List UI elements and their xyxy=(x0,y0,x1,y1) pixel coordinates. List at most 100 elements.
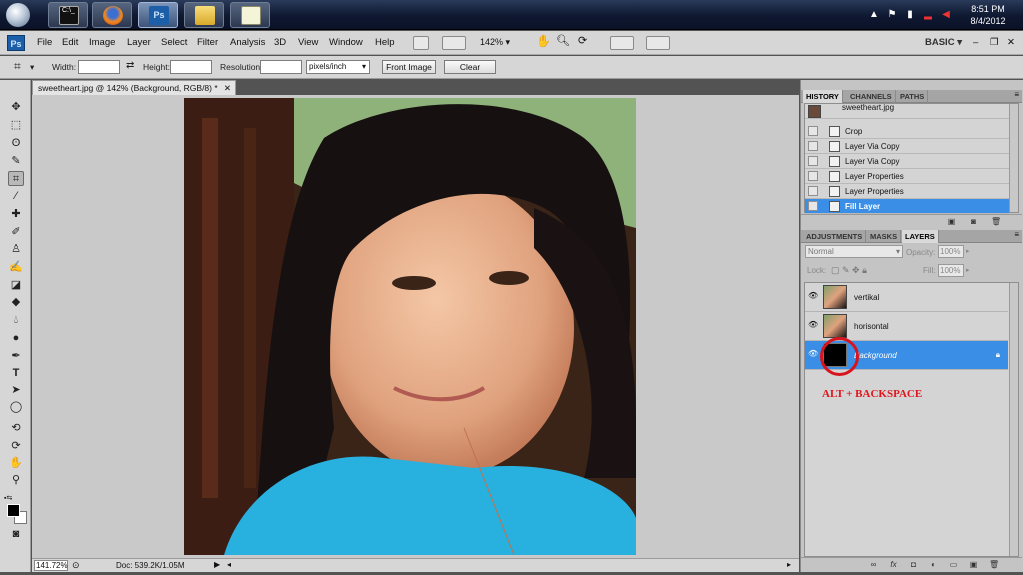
foreground-color-swatch[interactable] xyxy=(7,504,20,517)
paint-bucket-tool-icon[interactable]: ◆ xyxy=(8,295,24,310)
action-center-flag-icon[interactable]: ⚑ xyxy=(887,9,897,20)
tab-masks[interactable]: MASKS xyxy=(867,230,902,243)
document-tab[interactable]: sweetheart.jpg @ 142% (Background, RGB/8… xyxy=(32,80,236,95)
battery-icon[interactable]: ▮ xyxy=(905,9,915,20)
history-source-checkbox[interactable] xyxy=(808,186,818,196)
taskbar-explorer-button[interactable] xyxy=(184,2,224,28)
history-snapshot[interactable]: sweetheart.jpg xyxy=(805,103,1009,119)
history-source-checkbox[interactable] xyxy=(808,141,818,151)
width-input[interactable] xyxy=(78,60,120,74)
menu-analysis[interactable]: Analysis xyxy=(230,37,265,48)
history-source-checkbox[interactable] xyxy=(808,126,818,136)
opacity-slider-arrow-icon[interactable]: ▸ xyxy=(966,247,970,255)
history-brush-tool-icon[interactable]: ✍ xyxy=(8,260,24,275)
height-input[interactable] xyxy=(170,60,212,74)
tab-history[interactable]: HISTORY xyxy=(803,90,843,103)
zoom-tool-icon[interactable]: ⚲ xyxy=(8,473,24,488)
show-hidden-icons-icon[interactable]: ▲ xyxy=(869,9,879,20)
visibility-eye-icon[interactable]: 👁︎ xyxy=(808,292,818,300)
hand-tool-icon[interactable]: ✋ xyxy=(8,456,24,471)
quick-mask-icon[interactable]: ◙ xyxy=(8,527,24,542)
scroll-left-icon[interactable]: ◂ xyxy=(227,560,231,569)
photo-canvas[interactable] xyxy=(184,98,636,555)
3d-rotate-tool-icon[interactable]: ⟲ xyxy=(8,421,24,436)
shape-tool-icon[interactable]: ◯ xyxy=(8,400,24,415)
history-source-checkbox[interactable] xyxy=(808,201,818,211)
network-icon[interactable]: ▂ xyxy=(923,9,933,20)
crop-tool-preset-icon[interactable]: ⌗ xyxy=(14,59,21,74)
fill-field[interactable]: 100% xyxy=(938,264,964,277)
opacity-field[interactable]: 100% xyxy=(938,245,964,258)
menu-image[interactable]: Image xyxy=(89,37,115,48)
tab-layers[interactable]: LAYERS xyxy=(902,230,939,243)
pen-tool-icon[interactable]: ✒ xyxy=(8,349,24,364)
marquee-tool-icon[interactable]: ⬚ xyxy=(8,118,24,133)
new-snapshot-icon[interactable]: ◙ xyxy=(969,217,978,226)
front-image-button[interactable]: Front Image xyxy=(382,60,436,74)
taskbar-photoshop-button[interactable]: Ps xyxy=(138,2,178,28)
lock-icons[interactable]: ▢ ✎ ✥ 🔒︎ xyxy=(831,265,867,276)
volume-muted-icon[interactable]: ◀ xyxy=(941,9,951,20)
lasso-tool-icon[interactable]: ʘ xyxy=(8,136,24,151)
rotate-view-icon[interactable]: ⟳ xyxy=(578,34,587,47)
history-item-selected[interactable]: Fill Layer xyxy=(805,199,1009,214)
scroll-right-icon[interactable]: ▸ xyxy=(787,560,791,569)
fill-slider-arrow-icon[interactable]: ▸ xyxy=(966,266,970,274)
menu-view[interactable]: View xyxy=(298,37,318,48)
adjustment-layer-icon[interactable]: ◐ xyxy=(929,560,938,569)
delete-layer-icon[interactable]: 🗑︎ xyxy=(989,560,999,569)
tab-paths[interactable]: PATHS xyxy=(897,90,929,103)
screen-mode-button[interactable] xyxy=(646,36,670,50)
menu-window[interactable]: Window xyxy=(329,37,363,48)
eyedropper-tool-icon[interactable]: ⁄ xyxy=(8,189,24,204)
add-mask-icon[interactable]: ◘ xyxy=(909,560,918,569)
layers-scrollbar[interactable] xyxy=(1009,283,1018,556)
history-source-checkbox[interactable] xyxy=(808,171,818,181)
new-group-icon[interactable]: ▭ xyxy=(949,560,958,569)
new-document-from-state-icon[interactable]: ▣ xyxy=(947,217,956,226)
zoom-tool-icon[interactable]: 🔍︎ xyxy=(556,34,570,47)
blur-tool-icon[interactable]: 💧︎ xyxy=(8,313,24,328)
arrange-documents-button[interactable] xyxy=(610,36,634,50)
menu-select[interactable]: Select xyxy=(161,37,187,48)
taskbar-firefox-button[interactable] xyxy=(92,2,132,28)
close-icon[interactable]: ✕ xyxy=(1007,37,1015,48)
canvas-area[interactable] xyxy=(32,95,799,558)
menu-help[interactable]: Help xyxy=(375,37,395,48)
clock[interactable]: 8:51 PM 8/4/2012 xyxy=(963,3,1013,27)
menu-3d[interactable]: 3D xyxy=(274,37,286,48)
history-item[interactable]: Layer Via Copy xyxy=(805,154,1009,169)
swap-dimensions-icon[interactable]: ⇄ xyxy=(126,60,134,71)
zoom-status-icon[interactable]: ⊙ xyxy=(72,560,80,571)
type-tool-icon[interactable]: T xyxy=(8,366,24,381)
panel-menu-icon[interactable]: ≡ xyxy=(1014,90,1019,99)
3d-orbit-tool-icon[interactable]: ⟳ xyxy=(8,439,24,454)
crop-tool-icon[interactable]: ⌗ xyxy=(8,171,24,186)
blend-mode-select[interactable]: Normal ▾ xyxy=(805,245,903,258)
zoom-status-field[interactable]: 141.72% xyxy=(34,560,68,571)
dodge-tool-icon[interactable]: ● xyxy=(8,331,24,346)
visibility-eye-icon[interactable]: 👁︎ xyxy=(808,350,818,358)
status-menu-arrow-icon[interactable]: ▶ xyxy=(214,560,220,569)
healing-brush-tool-icon[interactable]: ✚ xyxy=(8,207,24,222)
new-layer-icon[interactable]: ▣ xyxy=(969,560,978,569)
panel-menu-icon[interactable]: ≡ xyxy=(1014,230,1019,239)
clear-button[interactable]: Clear xyxy=(444,60,496,74)
close-document-icon[interactable]: ✕ xyxy=(224,81,231,95)
bridge-button[interactable] xyxy=(413,36,429,50)
layer-style-icon[interactable]: fx xyxy=(889,560,898,569)
restore-icon[interactable]: ❐ xyxy=(990,37,999,48)
eraser-tool-icon[interactable]: ◪ xyxy=(8,278,24,293)
history-item[interactable]: Layer Properties xyxy=(805,184,1009,199)
menu-layer[interactable]: Layer xyxy=(127,37,151,48)
menu-filter[interactable]: Filter xyxy=(197,37,218,48)
clone-stamp-tool-icon[interactable]: ♙ xyxy=(8,242,24,257)
resolution-units-select[interactable]: pixels/inch ▾ xyxy=(306,60,370,74)
minimize-icon[interactable]: – xyxy=(973,37,978,48)
visibility-eye-icon[interactable]: 👁︎ xyxy=(808,321,818,329)
workspace-switcher[interactable]: BASIC ▾ xyxy=(925,37,962,48)
default-colors-icon[interactable]: ▪⇆ xyxy=(4,494,12,502)
tool-preset-arrow-icon[interactable]: ▾ xyxy=(30,62,34,73)
layer-row[interactable]: 👁︎ vertikal xyxy=(805,283,1008,312)
menu-edit[interactable]: Edit xyxy=(62,37,78,48)
